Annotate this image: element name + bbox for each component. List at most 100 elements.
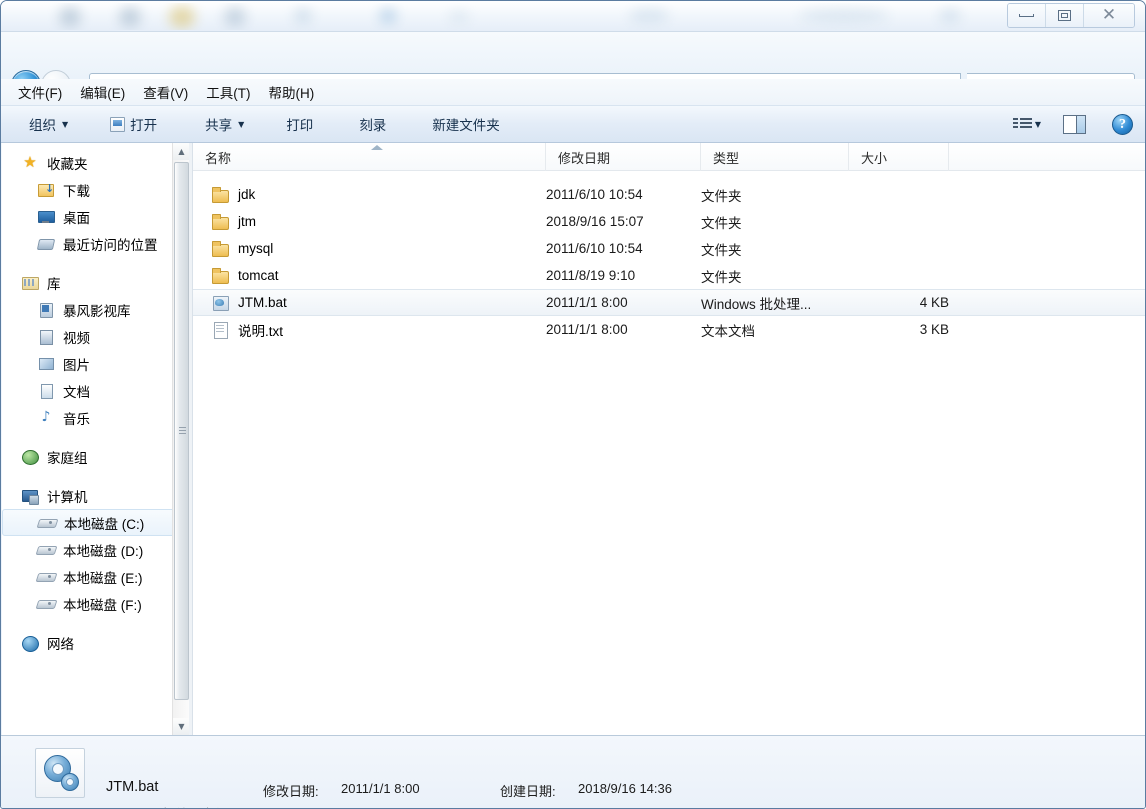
sidebar-item-downloads[interactable]: 下载 (2, 176, 189, 203)
sidebar-item-documents[interactable]: 文档 (2, 377, 189, 404)
sort-ascending-icon (371, 145, 383, 150)
details-file-type: Windows 批处理文件 (106, 804, 227, 808)
sidebar-item-drive-c[interactable]: 本地磁盘 (C:) (2, 509, 183, 536)
menu-file[interactable]: 文件(F) (9, 79, 71, 105)
maximize-button[interactable] (1046, 4, 1084, 27)
sidebar-label: 文档 (63, 384, 90, 400)
details-created-value: 2018/9/16 14:36 (578, 781, 672, 796)
file-size-cell: 3 KB (919, 322, 949, 337)
sidebar-label: 最近访问的位置 (63, 237, 158, 253)
sidebar-label: 计算机 (47, 489, 88, 505)
table-row[interactable]: tomcat 2011/8/19 9:10 文件夹 (193, 262, 1145, 289)
music-icon: ♪ (41, 409, 51, 425)
print-button[interactable]: 打印 (276, 110, 323, 138)
window-controls: ✕ (1007, 3, 1135, 28)
table-row[interactable]: JTM.bat 2011/1/1 8:00 Windows 批处理... 4 K… (193, 289, 1145, 316)
chevron-down-icon: ▼ (62, 119, 69, 129)
file-name: JTM.bat (238, 295, 287, 310)
sidebar-item-music[interactable]: ♪ 音乐 (2, 404, 189, 431)
sidebar-item-recent-places[interactable]: 最近访问的位置 (2, 230, 189, 257)
sidebar-label: 视频 (63, 330, 90, 346)
column-header-type[interactable]: 类型 (701, 143, 849, 171)
sidebar-label: 网络 (47, 636, 74, 652)
sidebar-item-computer[interactable]: 计算机 (2, 482, 189, 509)
file-list-pane: 名称 修改日期 类型 大小 jdk 2011/6/10 10:54 文件夹 jt… (193, 143, 1145, 735)
share-button[interactable]: 共享 ▼ (195, 110, 254, 138)
open-button[interactable]: 打开 (100, 110, 167, 138)
details-pane: JTM.bat Windows 批处理文件 修改日期: 2011/1/1 8:0… (1, 735, 1145, 808)
details-modified-label: 修改日期: (263, 784, 319, 799)
file-name-cell: jdk (193, 186, 538, 203)
explorer-window: ✕ ◀ ▶ ▼ ▶ 计算机 ▶ 本地磁盘 (C:) ▶ 用户 ▶ Adminis… (0, 0, 1146, 809)
menu-edit[interactable]: 编辑(E) (71, 79, 134, 105)
file-name-cell: JTM.bat (193, 294, 538, 311)
sidebar-item-pictures[interactable]: 图片 (2, 350, 189, 377)
sidebar-label: 图片 (63, 357, 90, 373)
minimize-icon (1019, 14, 1034, 17)
menu-tools[interactable]: 工具(T) (197, 79, 259, 105)
scroll-up-arrow-icon[interactable]: ▲ (173, 143, 189, 160)
view-dropdown-chevron-icon[interactable]: ▼ (1035, 120, 1041, 129)
folder-icon (211, 186, 230, 203)
folder-download-icon (36, 181, 56, 198)
sidebar-item-baofeng-media[interactable]: 暴风影视库 (2, 296, 189, 323)
menu-view[interactable]: 查看(V) (134, 79, 197, 105)
sidebar-label: 暴风影视库 (63, 303, 131, 319)
file-name: tomcat (238, 268, 279, 283)
close-icon: ✕ (1101, 5, 1117, 25)
column-header-date-modified[interactable]: 修改日期 (546, 143, 701, 171)
command-bar-right-group: ▼ ? (1012, 113, 1145, 135)
sidebar-item-drive-f[interactable]: 本地磁盘 (F:) (2, 590, 189, 617)
sidebar-item-network[interactable]: 网络 (2, 629, 189, 656)
menu-help[interactable]: 帮助(H) (260, 79, 324, 105)
open-label: 打开 (130, 118, 158, 133)
column-headers: 名称 修改日期 类型 大小 (193, 143, 1145, 171)
view-list-icon[interactable] (1012, 116, 1033, 132)
table-row[interactable]: mysql 2011/6/10 10:54 文件夹 (193, 235, 1145, 262)
details-file-name: JTM.bat (106, 779, 159, 795)
sidebar-label: 库 (47, 276, 61, 292)
command-bar: 组织 ▼ 打开 共享 ▼ 打印 刻录 新建文件夹 ▼ ? (1, 105, 1145, 143)
sidebar-item-drive-d[interactable]: 本地磁盘 (D:) (2, 536, 189, 563)
print-label: 打印 (286, 118, 314, 133)
burn-button[interactable]: 刻录 (349, 110, 396, 138)
sidebar-label: 本地磁盘 (E:) (63, 570, 143, 586)
table-row[interactable]: 说明.txt 2011/1/1 8:00 文本文档 3 KB (193, 316, 1145, 343)
sidebar-label: 家庭组 (47, 450, 88, 466)
sidebar-item-libraries[interactable]: 库 (2, 269, 189, 296)
scrollbar-thumb[interactable] (174, 162, 189, 700)
table-row[interactable]: jdk 2011/6/10 10:54 文件夹 (193, 181, 1145, 208)
sidebar-label: 下载 (63, 183, 90, 199)
sidebar-item-drive-e[interactable]: 本地磁盘 (E:) (2, 563, 189, 590)
sidebar-item-videos[interactable]: 视频 (2, 323, 189, 350)
sidebar-item-homegroup[interactable]: 家庭组 (2, 443, 189, 470)
file-name: jdk (238, 187, 256, 202)
minimize-button[interactable] (1008, 4, 1046, 27)
sidebar-item-desktop[interactable]: 桌面 (2, 203, 189, 230)
new-folder-button[interactable]: 新建文件夹 (422, 110, 510, 138)
menu-bar: 文件(F) 编辑(E) 查看(V) 工具(T) 帮助(H) (1, 79, 1145, 105)
column-header-size[interactable]: 大小 (849, 143, 949, 171)
drive-icon (36, 595, 56, 612)
organize-button[interactable]: 组织 ▼ (19, 110, 78, 138)
file-name: jtm (238, 214, 256, 229)
details-modified-value: 2011/1/1 8:00 (341, 781, 420, 796)
scroll-down-arrow-icon[interactable]: ▼ (173, 718, 189, 735)
file-size-cell: 4 KB (919, 295, 949, 310)
open-file-icon (110, 116, 126, 132)
file-type-cell: 文件夹 (701, 242, 742, 258)
file-type-cell: 文件夹 (701, 269, 742, 285)
maximize-icon (1058, 10, 1071, 21)
new-folder-label: 新建文件夹 (432, 118, 500, 133)
sidebar-label: 收藏夹 (47, 156, 88, 172)
close-button[interactable]: ✕ (1084, 4, 1134, 27)
sidebar-scrollbar[interactable]: ▲ ▼ (172, 143, 189, 735)
preview-pane-icon[interactable] (1063, 114, 1086, 134)
documents-icon (36, 382, 56, 399)
network-icon (20, 634, 40, 652)
text-file-icon (211, 321, 230, 339)
sidebar-item-favorites[interactable]: ★ 收藏夹 (2, 149, 189, 176)
table-row[interactable]: jtm 2018/9/16 15:07 文件夹 (193, 208, 1145, 235)
column-header-name[interactable]: 名称 (193, 143, 546, 171)
help-icon[interactable]: ? (1112, 113, 1133, 135)
